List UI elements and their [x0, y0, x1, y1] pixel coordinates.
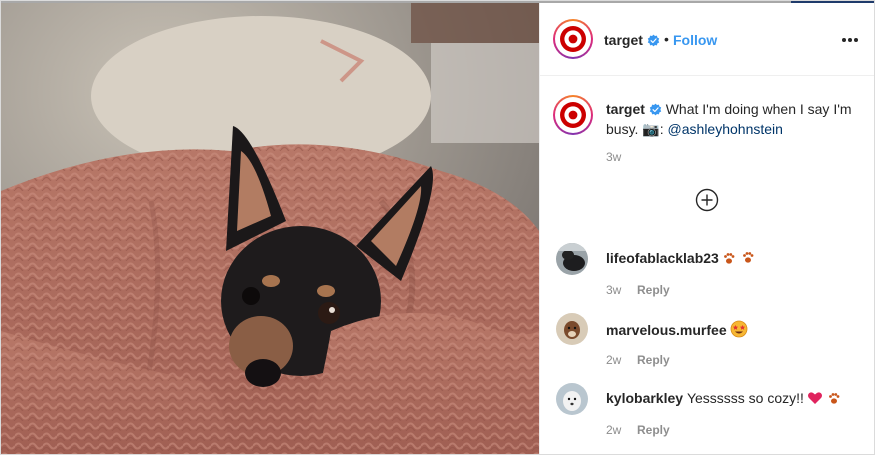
window-top-border — [1, 1, 874, 3]
caption-username[interactable]: target — [606, 101, 645, 117]
star-struck-emoji-icon — [730, 320, 748, 341]
post-header: target • Follow — [540, 1, 874, 76]
comment-username[interactable]: kylobarkley Yessssss so cozy!! — [606, 390, 842, 409]
paw-prints-icon — [722, 250, 756, 269]
comment-timestamp[interactable]: 2w — [606, 353, 621, 367]
follow-button[interactable]: Follow — [673, 32, 717, 48]
comment-username[interactable]: marvelous.murfee — [606, 320, 748, 341]
commenter-avatar[interactable] — [556, 243, 588, 275]
load-more-comments-button[interactable] — [695, 188, 719, 212]
author-avatar[interactable] — [553, 19, 593, 59]
author-username[interactable]: target — [604, 32, 643, 48]
separator-dot: • — [664, 31, 669, 47]
red-heart-icon — [807, 390, 823, 409]
target-logo-icon — [560, 102, 586, 128]
target-logo-icon — [560, 26, 586, 52]
comment-item: marvelous.murfee 2w Reply — [540, 313, 874, 383]
comment-timestamp[interactable]: 3w — [606, 283, 621, 297]
comment-username[interactable]: lifeofablacklab23 — [606, 250, 756, 269]
more-options-icon[interactable] — [840, 31, 860, 47]
verified-badge-icon — [647, 32, 660, 50]
post-photo[interactable] — [1, 1, 539, 454]
caption-text-block: target What I'm doing when I say I'm bus… — [606, 99, 861, 139]
instagram-post-window: target • Follow target What I'm doing wh… — [0, 0, 875, 455]
dog-in-blanket-image — [1, 1, 539, 454]
reply-button[interactable]: Reply — [637, 283, 670, 297]
post-side-panel: target • Follow target What I'm doing wh… — [539, 1, 874, 454]
window-top-accent — [791, 1, 874, 3]
caption-author-avatar[interactable] — [553, 95, 593, 135]
comment-text: Yessssss so cozy!! — [686, 390, 804, 406]
commenter-avatar[interactable] — [556, 313, 588, 345]
plus-circle-icon — [695, 188, 719, 212]
comment-item: kylobarkley Yessssss so cozy!! 2w Reply — [540, 383, 874, 453]
comment-timestamp[interactable]: 2w — [606, 423, 621, 437]
paw-prints-icon — [826, 390, 842, 409]
verified-badge-icon — [649, 103, 661, 116]
caption-timestamp[interactable]: 3w — [606, 150, 621, 164]
post-caption: target What I'm doing when I say I'm bus… — [540, 77, 874, 167]
caption-mention-link[interactable]: @ashleyhohnstein — [668, 121, 783, 137]
reply-button[interactable]: Reply — [637, 423, 670, 437]
commenter-avatar[interactable] — [556, 383, 588, 415]
comment-item: lifeofablacklab23 3w Reply — [540, 243, 874, 313]
reply-button[interactable]: Reply — [637, 353, 670, 367]
